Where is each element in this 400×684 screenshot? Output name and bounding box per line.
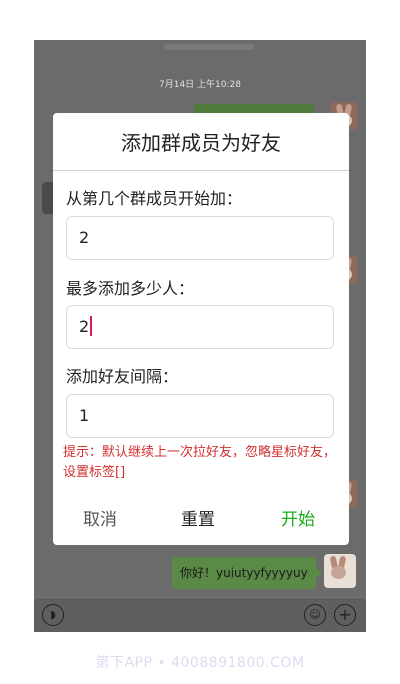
interval-input[interactable]: 1 xyxy=(66,394,334,438)
max-count-label: 最多添加多少人： xyxy=(66,279,195,298)
start-button[interactable]: 开始 xyxy=(281,505,315,530)
cancel-button[interactable]: 取消 xyxy=(83,505,117,530)
add-friends-dialog: 添加群成员为好友 从第几个群成员开始加： 2 最多添加多少人： 2 添加好友间隔… xyxy=(53,113,349,545)
tip-text: 提示：默认继续上一次拉好友，忽略星标好友，设置标签[] xyxy=(63,445,337,480)
text-caret xyxy=(90,316,93,336)
max-count-value: 2 xyxy=(79,317,90,336)
chat-timestamp: 7月14日 上午10:28 xyxy=(159,80,241,90)
dialog-title: 添加群成员为好友 xyxy=(121,131,281,155)
plus-icon[interactable]: + xyxy=(334,604,356,626)
status-strip xyxy=(34,40,366,56)
start-index-label: 从第几个群成员开始加： xyxy=(66,189,243,208)
chat-input-bar: ◗ ☺ + xyxy=(34,597,366,632)
status-hint xyxy=(164,44,254,50)
interval-label: 添加好友间隔： xyxy=(66,367,179,386)
start-index-value: 2 xyxy=(79,228,90,247)
avatar-rabbit-icon[interactable] xyxy=(324,554,356,588)
interval-value: 1 xyxy=(79,406,90,425)
emoji-icon[interactable]: ☺ xyxy=(304,604,326,626)
watermark: 第下APP • 4008891800.COM xyxy=(95,655,305,671)
title-divider xyxy=(53,170,349,171)
max-count-input[interactable]: 2 xyxy=(66,305,334,349)
start-index-input[interactable]: 2 xyxy=(66,216,334,260)
reset-button[interactable]: 重置 xyxy=(181,505,215,530)
voice-icon[interactable]: ◗ xyxy=(42,604,64,626)
chat-message-bubble[interactable]: 你好！yuiutyyfyyyyuy xyxy=(172,557,322,589)
